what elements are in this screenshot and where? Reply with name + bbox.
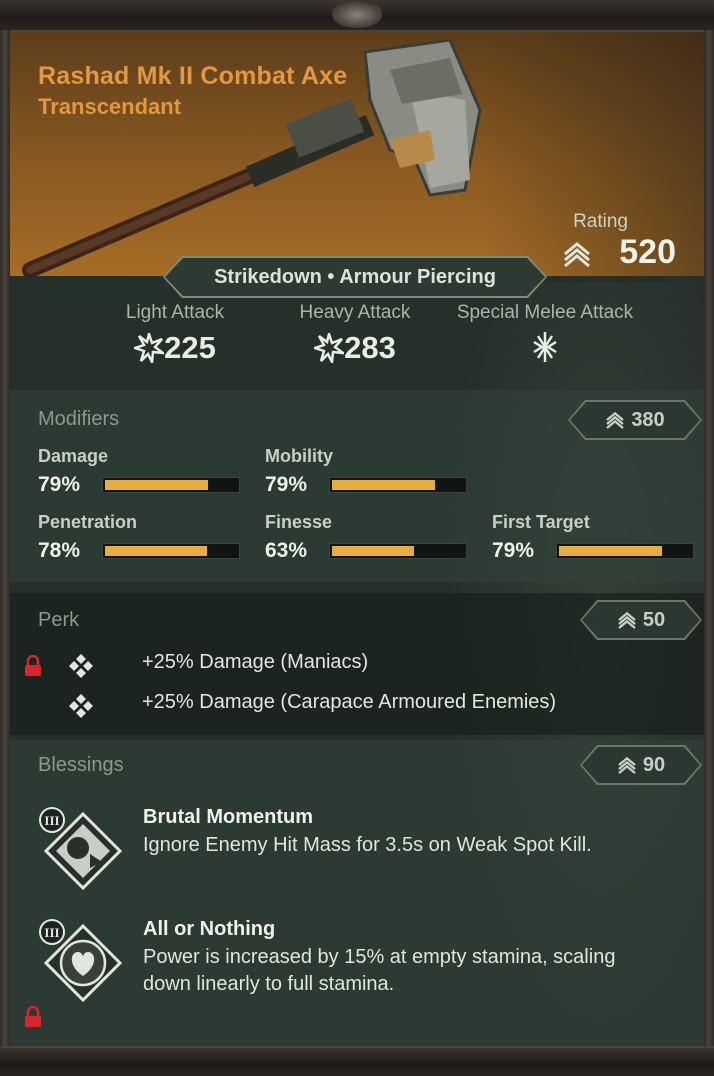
modifier-bar <box>102 543 240 559</box>
skull-ornament-icon <box>332 2 382 28</box>
rating-value: 520 <box>619 233 676 271</box>
modifiers-score: 380 <box>570 402 700 438</box>
modifiers-section: Modifiers 380 Damage 79% Mobility 79% Pe… <box>10 390 704 582</box>
modifier-label: Finesse <box>265 512 333 532</box>
perk-text: +25% Damage (Carapace Armoured Enemies) <box>142 691 557 713</box>
rating-icon <box>617 755 637 775</box>
modifier-label: First Target <box>492 512 590 532</box>
attack-stats: Light Attack 225 Heavy Attack 283 Specia… <box>10 302 704 392</box>
modifier-value: 78% <box>38 539 81 562</box>
rating-icon <box>564 242 590 268</box>
frame-right <box>704 30 714 1048</box>
special-attack-icon <box>533 332 557 362</box>
special-melee-attack-label: Special Melee Attack <box>456 302 634 323</box>
burst-icon <box>134 333 165 363</box>
modifier-bar <box>102 477 240 493</box>
modifier-value: 79% <box>38 473 81 496</box>
perk-section: Perk 50 +25% Damage (Maniacs) +25% Damag… <box>10 593 704 735</box>
frame-bottom <box>0 1046 714 1076</box>
weapon-name: Rashad Mk II Combat Axe <box>38 62 348 90</box>
modifiers-title: Modifiers <box>38 408 120 430</box>
blessing-item: III All or Nothing Power is increased by… <box>10 918 704 1028</box>
tier-badge: III <box>44 813 59 828</box>
modifier-bar-fill <box>105 480 209 490</box>
frame-top <box>0 0 714 32</box>
heavy-attack: Heavy Attack 283 <box>285 302 425 366</box>
rating-icon <box>617 610 637 630</box>
light-attack-value: 225 <box>164 330 216 365</box>
weapon-traits: Strikedown • Armour Piercing <box>165 258 545 296</box>
perk-item: +25% Damage (Maniacs) <box>10 647 704 683</box>
heavy-attack-value: 283 <box>344 330 396 365</box>
modifier-damage: Damage 79% <box>38 446 240 497</box>
perk-diamond-icon <box>69 654 93 678</box>
blessings-title: Blessings <box>38 754 124 776</box>
modifier-penetration: Penetration 78% <box>38 512 240 563</box>
blessing-description: Ignore Enemy Hit Mass for 3.5s on Weak S… <box>143 834 592 856</box>
weapon-hero: Rashad Mk II Combat Axe Transcendant Rat… <box>10 30 704 276</box>
modifier-label: Damage <box>38 446 109 466</box>
perk-score-value: 50 <box>642 608 666 631</box>
perk-title: Perk <box>38 609 80 631</box>
modifier-bar-fill <box>332 546 414 556</box>
perk-diamond-icon <box>69 694 93 718</box>
special-melee-attack: Special Melee Attack <box>440 302 650 364</box>
rating-icon <box>605 410 625 430</box>
modifier-value: 79% <box>492 539 535 562</box>
heart-emblem-icon: III <box>39 919 123 1003</box>
weapon-tooltip-panel: Rashad Mk II Combat Axe Transcendant Rat… <box>10 30 704 1048</box>
tier-badge: III <box>44 925 59 940</box>
blessing-name: Brutal Momentum <box>143 806 313 828</box>
lock-icon <box>25 655 41 676</box>
modifier-mobility: Mobility 79% <box>265 446 467 497</box>
perk-item: +25% Damage (Carapace Armoured Enemies) <box>10 687 704 723</box>
light-attack: Light Attack 225 <box>105 302 245 366</box>
modifier-bar-fill <box>105 546 208 556</box>
modifier-first-target: First Target 79% <box>492 512 694 563</box>
lock-icon <box>25 1006 41 1027</box>
rating-label: Rating <box>573 211 628 232</box>
blessings-score: 90 <box>582 747 700 783</box>
modifier-bar <box>556 543 694 559</box>
blessings-section: Blessings 90 III Brutal Momentum Ignore … <box>10 740 704 1048</box>
modifier-bar <box>329 543 467 559</box>
modifier-bar-fill <box>332 480 436 490</box>
blessings-score-value: 90 <box>642 753 666 776</box>
burst-icon <box>314 333 345 363</box>
frame-left <box>0 30 10 1048</box>
light-attack-label: Light Attack <box>125 302 225 323</box>
modifier-finesse: Finesse 63% <box>265 512 467 563</box>
modifier-bar-fill <box>559 546 663 556</box>
skull-emblem-icon: III <box>39 807 123 891</box>
modifier-bar <box>329 477 467 493</box>
modifier-value: 79% <box>265 473 308 496</box>
perk-text: +25% Damage (Maniacs) <box>142 651 369 673</box>
perk-score: 50 <box>582 602 700 638</box>
modifier-value: 63% <box>265 539 308 562</box>
modifiers-score-value: 380 <box>631 408 665 431</box>
modifier-label: Penetration <box>38 512 138 532</box>
blessing-description: Power is increased by 15% at empty stami… <box>143 946 616 995</box>
blessing-name: All or Nothing <box>143 918 276 940</box>
blessing-item: III Brutal Momentum Ignore Enemy Hit Mas… <box>10 806 704 906</box>
weapon-rarity: Transcendant <box>38 94 182 119</box>
heavy-attack-label: Heavy Attack <box>299 302 411 323</box>
modifier-label: Mobility <box>265 446 333 466</box>
